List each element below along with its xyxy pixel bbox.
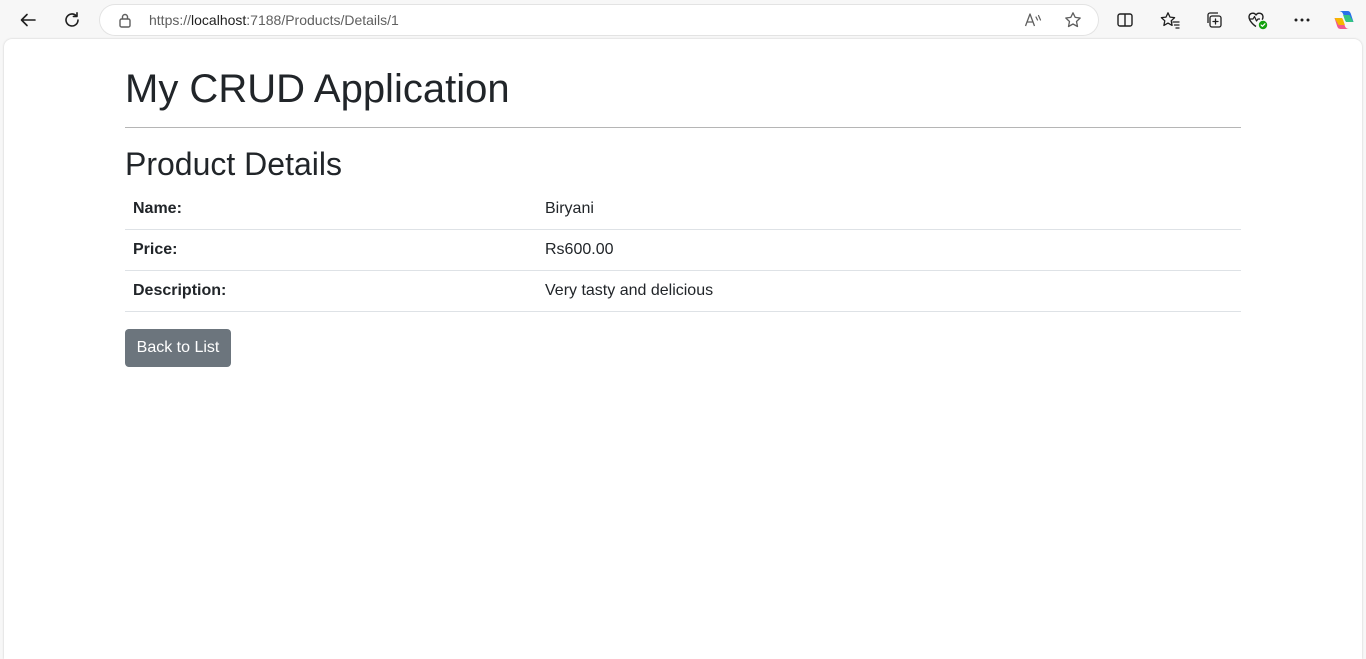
heart-pulse-icon[interactable] (1243, 5, 1273, 35)
detail-row-description: Description: Very tasty and delicious (125, 270, 1241, 312)
read-aloud-icon[interactable] (1020, 7, 1046, 33)
favorites-icon[interactable] (1155, 5, 1185, 35)
detail-label: Price: (125, 229, 537, 271)
page-viewport: My CRUD Application Product Details Name… (4, 39, 1362, 659)
url-prefix: https:// (149, 12, 192, 28)
collections-icon[interactable] (1199, 5, 1229, 35)
detail-row-price: Price: Rs600.00 (125, 229, 1241, 271)
address-bar[interactable]: https://localhost:7188/Products/Details/… (100, 5, 1098, 35)
lock-icon[interactable] (118, 12, 132, 33)
page-title: Product Details (125, 146, 342, 182)
url-path: :7188/Products/Details/1 (246, 12, 399, 28)
detail-value: Rs600.00 (537, 229, 1241, 271)
split-screen-icon[interactable] (1110, 5, 1140, 35)
app-title: My CRUD Application (125, 67, 510, 111)
back-arrow-icon[interactable] (13, 5, 43, 35)
address-url[interactable]: https://localhost:7188/Products/Details/… (149, 12, 399, 28)
url-host: localhost (191, 12, 247, 28)
refresh-icon[interactable] (57, 5, 87, 35)
detail-value: Very tasty and delicious (537, 270, 1241, 312)
divider (125, 127, 1241, 128)
detail-value: Biryani (537, 189, 1241, 230)
back-to-list-button[interactable]: Back to List (125, 329, 231, 367)
star-icon[interactable] (1060, 7, 1086, 33)
detail-label: Name: (125, 189, 537, 230)
detail-label: Description: (125, 270, 537, 312)
product-details-table: Name: Biryani Price: Rs600.00 Descriptio… (125, 189, 1241, 312)
browser-toolbar: https://localhost:7188/Products/Details/… (0, 0, 1366, 40)
detail-row-name: Name: Biryani (125, 189, 1241, 230)
more-icon[interactable] (1287, 5, 1317, 35)
copilot-icon[interactable] (1329, 5, 1359, 35)
